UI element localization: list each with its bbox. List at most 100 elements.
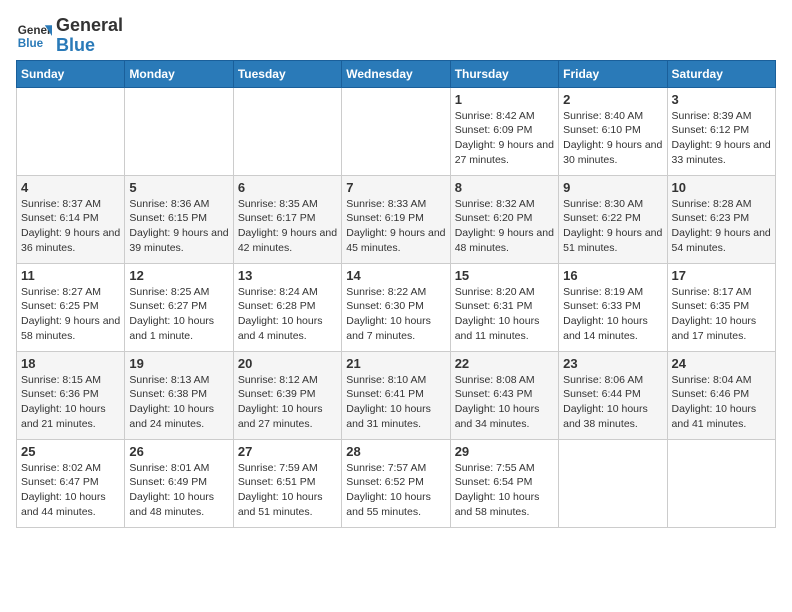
calendar-cell: 11Sunrise: 8:27 AM Sunset: 6:25 PM Dayli… bbox=[17, 263, 125, 351]
day-info: Sunrise: 8:33 AM Sunset: 6:19 PM Dayligh… bbox=[346, 197, 445, 256]
day-info: Sunrise: 8:08 AM Sunset: 6:43 PM Dayligh… bbox=[455, 373, 554, 432]
header-friday: Friday bbox=[559, 60, 667, 87]
calendar-cell: 23 Sunrise: 8:06 AM Sunset: 6:44 PM Dayli… bbox=[559, 351, 667, 439]
calendar-cell: 7 Sunrise: 8:33 AM Sunset: 6:19 PM Daylig… bbox=[342, 175, 450, 263]
day-number: 28 bbox=[346, 444, 445, 459]
day-info: Sunrise: 8:19 AM Sunset: 6:33 PM Dayligh… bbox=[563, 285, 662, 344]
logo-icon: General Blue bbox=[16, 18, 52, 54]
calendar-cell: 4Sunrise: 8:37 AM Sunset: 6:14 PM Daylig… bbox=[17, 175, 125, 263]
day-number: 22 bbox=[455, 356, 554, 371]
day-info: Sunrise: 8:12 AM Sunset: 6:39 PM Dayligh… bbox=[238, 373, 337, 432]
calendar-cell: 9 Sunrise: 8:30 AM Sunset: 6:22 PM Daylig… bbox=[559, 175, 667, 263]
day-info: Sunrise: 8:25 AM Sunset: 6:27 PM Dayligh… bbox=[129, 285, 228, 344]
header-saturday: Saturday bbox=[667, 60, 775, 87]
day-number: 16 bbox=[563, 268, 662, 283]
day-info: Sunrise: 8:13 AM Sunset: 6:38 PM Dayligh… bbox=[129, 373, 228, 432]
calendar-table: SundayMondayTuesdayWednesdayThursdayFrid… bbox=[16, 60, 776, 528]
calendar-cell bbox=[233, 87, 341, 175]
day-info: Sunrise: 8:10 AM Sunset: 6:41 PM Dayligh… bbox=[346, 373, 445, 432]
day-number: 18 bbox=[21, 356, 120, 371]
page-header: General Blue General Blue bbox=[16, 16, 776, 56]
day-number: 17 bbox=[672, 268, 771, 283]
calendar-cell: 21 Sunrise: 8:10 AM Sunset: 6:41 PM Dayli… bbox=[342, 351, 450, 439]
day-number: 2 bbox=[563, 92, 662, 107]
calendar-cell: 25 Sunrise: 8:02 AM Sunset: 6:47 PM Dayli… bbox=[17, 439, 125, 527]
calendar-cell: 17 Sunrise: 8:17 AM Sunset: 6:35 PM Dayli… bbox=[667, 263, 775, 351]
header-thursday: Thursday bbox=[450, 60, 558, 87]
calendar-cell: 29 Sunrise: 7:55 AM Sunset: 6:54 PM Dayli… bbox=[450, 439, 558, 527]
day-number: 24 bbox=[672, 356, 771, 371]
day-info: Sunrise: 8:01 AM Sunset: 6:49 PM Dayligh… bbox=[129, 461, 228, 520]
calendar-header-row: SundayMondayTuesdayWednesdayThursdayFrid… bbox=[17, 60, 776, 87]
day-number: 11 bbox=[21, 268, 120, 283]
calendar-cell bbox=[125, 87, 233, 175]
day-info: Sunrise: 7:57 AM Sunset: 6:52 PM Dayligh… bbox=[346, 461, 445, 520]
day-info: Sunrise: 8:30 AM Sunset: 6:22 PM Dayligh… bbox=[563, 197, 662, 256]
day-info: Sunrise: 8:06 AM Sunset: 6:44 PM Dayligh… bbox=[563, 373, 662, 432]
day-info: Sunrise: 8:35 AM Sunset: 6:17 PM Dayligh… bbox=[238, 197, 337, 256]
day-info: Sunrise: 8:15 AM Sunset: 6:36 PM Dayligh… bbox=[21, 373, 120, 432]
calendar-cell: 26 Sunrise: 8:01 AM Sunset: 6:49 PM Dayli… bbox=[125, 439, 233, 527]
calendar-cell: 6 Sunrise: 8:35 AM Sunset: 6:17 PM Daylig… bbox=[233, 175, 341, 263]
day-info: Sunrise: 8:04 AM Sunset: 6:46 PM Dayligh… bbox=[672, 373, 771, 432]
day-number: 10 bbox=[672, 180, 771, 195]
calendar-cell: 12 Sunrise: 8:25 AM Sunset: 6:27 PM Dayli… bbox=[125, 263, 233, 351]
header-sunday: Sunday bbox=[17, 60, 125, 87]
calendar-cell bbox=[559, 439, 667, 527]
day-number: 26 bbox=[129, 444, 228, 459]
calendar-cell: 14 Sunrise: 8:22 AM Sunset: 6:30 PM Dayli… bbox=[342, 263, 450, 351]
calendar-cell: 22 Sunrise: 8:08 AM Sunset: 6:43 PM Dayli… bbox=[450, 351, 558, 439]
calendar-cell bbox=[342, 87, 450, 175]
calendar-cell: 5Sunrise: 8:36 AM Sunset: 6:15 PM Daylig… bbox=[125, 175, 233, 263]
day-number: 19 bbox=[129, 356, 228, 371]
day-number: 13 bbox=[238, 268, 337, 283]
day-number: 27 bbox=[238, 444, 337, 459]
logo: General Blue General Blue bbox=[16, 16, 123, 56]
calendar-cell bbox=[667, 439, 775, 527]
calendar-cell: 18 Sunrise: 8:15 AM Sunset: 6:36 PM Dayli… bbox=[17, 351, 125, 439]
day-info: Sunrise: 8:39 AM Sunset: 6:12 PM Dayligh… bbox=[672, 109, 771, 168]
svg-text:Blue: Blue bbox=[18, 37, 44, 50]
week-row-1: 1 Sunrise: 8:42 AM Sunset: 6:09 PM Daylig… bbox=[17, 87, 776, 175]
day-info: Sunrise: 7:59 AM Sunset: 6:51 PM Dayligh… bbox=[238, 461, 337, 520]
header-monday: Monday bbox=[125, 60, 233, 87]
calendar-cell: 19 Sunrise: 8:13 AM Sunset: 6:38 PM Dayli… bbox=[125, 351, 233, 439]
day-info: Sunrise: 7:55 AM Sunset: 6:54 PM Dayligh… bbox=[455, 461, 554, 520]
day-number: 29 bbox=[455, 444, 554, 459]
day-number: 7 bbox=[346, 180, 445, 195]
day-number: 9 bbox=[563, 180, 662, 195]
day-info: Sunrise: 8:28 AM Sunset: 6:23 PM Dayligh… bbox=[672, 197, 771, 256]
header-wednesday: Wednesday bbox=[342, 60, 450, 87]
day-number: 21 bbox=[346, 356, 445, 371]
calendar-cell: 2Sunrise: 8:40 AM Sunset: 6:10 PM Daylig… bbox=[559, 87, 667, 175]
day-info: Sunrise: 8:42 AM Sunset: 6:09 PM Dayligh… bbox=[455, 109, 554, 168]
day-info: Sunrise: 8:24 AM Sunset: 6:28 PM Dayligh… bbox=[238, 285, 337, 344]
logo-text: General Blue bbox=[56, 16, 123, 56]
day-number: 25 bbox=[21, 444, 120, 459]
day-number: 3 bbox=[672, 92, 771, 107]
week-row-4: 18 Sunrise: 8:15 AM Sunset: 6:36 PM Dayli… bbox=[17, 351, 776, 439]
day-number: 23 bbox=[563, 356, 662, 371]
week-row-3: 11Sunrise: 8:27 AM Sunset: 6:25 PM Dayli… bbox=[17, 263, 776, 351]
day-number: 12 bbox=[129, 268, 228, 283]
day-number: 5 bbox=[129, 180, 228, 195]
day-number: 20 bbox=[238, 356, 337, 371]
day-number: 1 bbox=[455, 92, 554, 107]
day-number: 4 bbox=[21, 180, 120, 195]
calendar-cell: 13 Sunrise: 8:24 AM Sunset: 6:28 PM Dayli… bbox=[233, 263, 341, 351]
calendar-cell bbox=[17, 87, 125, 175]
calendar-cell: 10 Sunrise: 8:28 AM Sunset: 6:23 PM Dayli… bbox=[667, 175, 775, 263]
day-info: Sunrise: 8:20 AM Sunset: 6:31 PM Dayligh… bbox=[455, 285, 554, 344]
header-tuesday: Tuesday bbox=[233, 60, 341, 87]
calendar-cell: 20 Sunrise: 8:12 AM Sunset: 6:39 PM Dayli… bbox=[233, 351, 341, 439]
day-number: 6 bbox=[238, 180, 337, 195]
day-number: 14 bbox=[346, 268, 445, 283]
calendar-cell: 8Sunrise: 8:32 AM Sunset: 6:20 PM Daylig… bbox=[450, 175, 558, 263]
calendar-cell: 3 Sunrise: 8:39 AM Sunset: 6:12 PM Daylig… bbox=[667, 87, 775, 175]
day-info: Sunrise: 8:17 AM Sunset: 6:35 PM Dayligh… bbox=[672, 285, 771, 344]
day-number: 8 bbox=[455, 180, 554, 195]
calendar-cell: 24 Sunrise: 8:04 AM Sunset: 6:46 PM Dayli… bbox=[667, 351, 775, 439]
calendar-cell: 1 Sunrise: 8:42 AM Sunset: 6:09 PM Daylig… bbox=[450, 87, 558, 175]
day-info: Sunrise: 8:22 AM Sunset: 6:30 PM Dayligh… bbox=[346, 285, 445, 344]
day-info: Sunrise: 8:02 AM Sunset: 6:47 PM Dayligh… bbox=[21, 461, 120, 520]
